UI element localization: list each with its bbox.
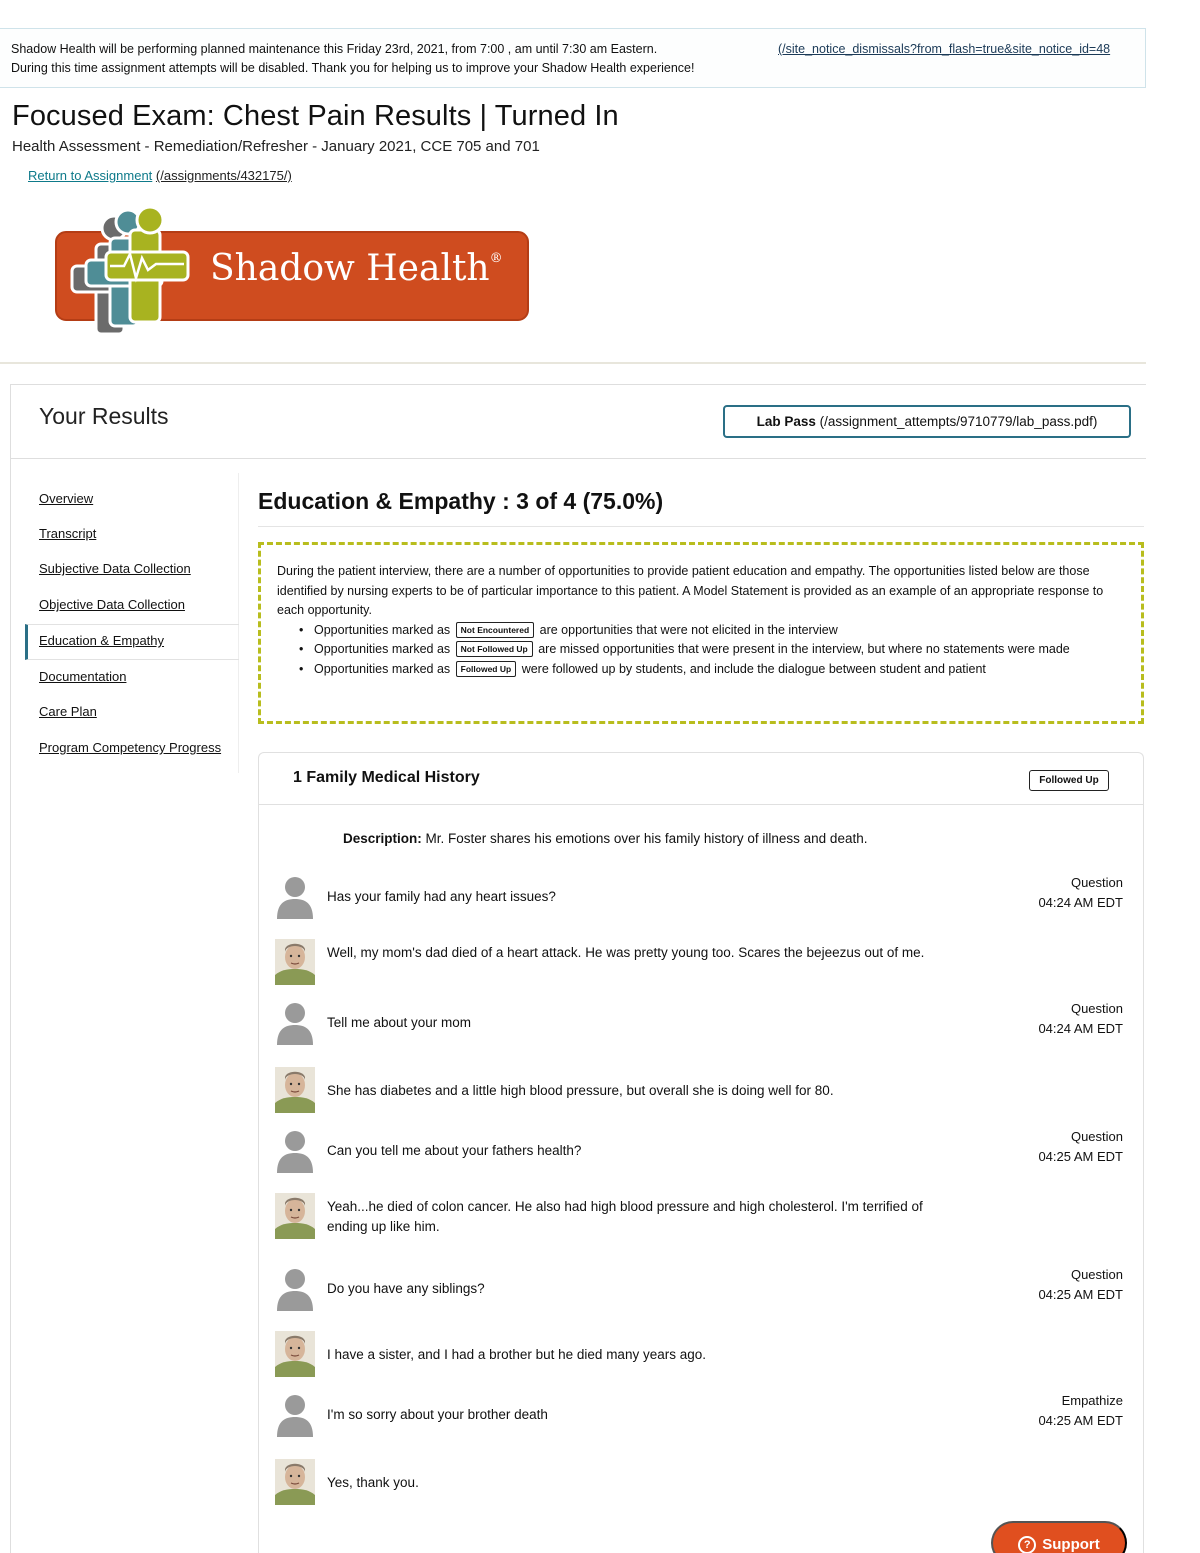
message-type: Question	[1070, 1267, 1123, 1282]
patient-avatar-icon	[275, 1067, 315, 1113]
legend-prefix: Opportunities marked as	[314, 661, 451, 676]
message-text: I have a sister, and I had a brother but…	[327, 1347, 706, 1362]
message-text: Tell me about your mom	[327, 1015, 472, 1030]
followed-up-badge: Followed Up	[455, 660, 517, 677]
section-title: Education & Empathy : 3 of 4 (75.0%)	[258, 488, 664, 514]
patient-avatar	[275, 939, 315, 985]
sidebar-item-care-plan[interactable]: Care Plan	[39, 704, 97, 719]
patient-avatar	[275, 1067, 315, 1113]
panel-title: 1 Family Medical History	[293, 769, 480, 786]
legend-text: are missed opportunities that were prese…	[538, 642, 1070, 656]
shadow-health-logo: Shadow Health®	[52, 205, 532, 338]
message-timestamp: 04:24 AM EDT	[1038, 895, 1123, 910]
student-avatar	[275, 999, 315, 1045]
patient-avatar	[275, 1459, 315, 1505]
panel-description: Description: Mr. Foster shares his emoti…	[343, 831, 867, 846]
question-circle-icon: ?	[1018, 1536, 1037, 1553]
return-link-label: Return to Assignment	[28, 168, 153, 183]
legend-item: Opportunities marked as Followed Up were…	[299, 660, 1135, 680]
return-link-path: (/assignments/432175/)	[155, 168, 292, 183]
patient-avatar-icon	[275, 939, 315, 985]
message-meta: Question 04:24 AM EDT	[1038, 873, 1123, 913]
patient-avatar	[275, 1331, 315, 1377]
message-type: Question	[1070, 875, 1123, 890]
support-button[interactable]: ? Support	[991, 1521, 1127, 1553]
message-text: Yeah...he died of colon cancer. He also …	[327, 1199, 923, 1234]
patient-avatar-icon	[275, 1193, 315, 1239]
maintenance-notice: Shadow Health will be performing planned…	[0, 28, 1146, 88]
results-header: Your Results Lab Pass (/assignment_attem…	[11, 385, 1146, 459]
sidebar-item-program-competency-progress[interactable]: Program Competency Progress	[39, 740, 221, 755]
sidebar-item-transcript[interactable]: Transcript	[39, 526, 96, 541]
patient-avatar	[275, 1193, 315, 1239]
legend-list: Opportunities marked as Not Encountered …	[299, 621, 1141, 680]
message-timestamp: 04:25 AM EDT	[1038, 1149, 1123, 1164]
message-meta: Empathize 04:25 AM EDT	[1038, 1391, 1123, 1431]
message-timestamp: 04:25 AM EDT	[1038, 1413, 1123, 1428]
legend-text: are opportunities that were not elicited…	[539, 622, 838, 637]
logo-wordmark: Shadow Health®	[210, 248, 503, 289]
student-avatar-icon	[277, 1003, 313, 1045]
not-followed-up-badge: Not Followed Up	[455, 641, 533, 657]
legend-prefix: Opportunities marked as	[314, 622, 451, 637]
legend-text: were followed up by students, and includ…	[521, 661, 986, 676]
status-badge: Followed Up	[1029, 770, 1109, 791]
sidebar-item-subjective-data-collection[interactable]: Subjective Data Collection	[39, 561, 191, 576]
patient-avatar-icon	[275, 1331, 315, 1377]
message-type: Question	[1070, 1001, 1123, 1016]
student-avatar-icon	[277, 1395, 313, 1437]
logo-registered-mark: ®	[489, 251, 503, 266]
student-avatar	[275, 1127, 315, 1173]
logo-text: Shadow Health	[210, 248, 490, 289]
results-sidebar: Overview Transcript Subjective Data Coll…	[11, 473, 239, 773]
message-type: Empathize	[1061, 1393, 1123, 1408]
header-separator	[0, 362, 1146, 364]
support-label: Support	[1042, 1536, 1100, 1553]
message-timestamp: 04:25 AM EDT	[1038, 1287, 1123, 1302]
section-divider	[258, 526, 1144, 527]
sidebar-item-documentation[interactable]: Documentation	[39, 669, 126, 684]
message-meta: Question 04:24 AM EDT	[1038, 999, 1123, 1039]
info-box: During the patient interview, there are …	[258, 542, 1144, 724]
results-title: Your Results	[39, 403, 169, 429]
message-meta: Question 04:25 AM EDT	[1038, 1265, 1123, 1305]
student-avatar-icon	[277, 1131, 313, 1173]
student-avatar-icon	[277, 877, 313, 919]
legend-item: Opportunities marked as Not Encountered …	[299, 621, 1135, 641]
message-text: Do you have any siblings?	[327, 1281, 485, 1296]
legend-prefix: Opportunities marked as	[314, 642, 451, 656]
patient-avatar-icon	[275, 1459, 315, 1505]
message-text: Well, my mom's dad died of a heart attac…	[327, 945, 925, 960]
message-text: Has your family had any heart issues?	[327, 889, 556, 904]
sidebar-item-education-empathy[interactable]: Education & Empathy	[39, 633, 164, 648]
student-avatar-icon	[277, 1269, 313, 1311]
message-text: Can you tell me about your fathers healt…	[327, 1143, 582, 1158]
lab-pass-button[interactable]: Lab Pass (/assignment_attempts/9710779/l…	[723, 405, 1131, 438]
description-label: Description:	[343, 831, 422, 846]
not-encountered-badge: Not Encountered	[455, 621, 535, 638]
description-text: Mr. Foster shares his emotions over his …	[425, 831, 868, 846]
lab-pass-label: Lab Pass	[756, 414, 816, 429]
message-text: She has diabetes and a little high blood…	[327, 1083, 834, 1098]
return-to-assignment-link[interactable]: Return to Assignment (/assignments/43217…	[28, 168, 292, 183]
message-text: Yes, thank you.	[327, 1475, 419, 1490]
sidebar-item-overview[interactable]: Overview	[39, 491, 93, 506]
info-paragraph: During the patient interview, there are …	[277, 564, 1104, 617]
message-type: Question	[1070, 1129, 1123, 1144]
opportunity-panel: 1 Family Medical History Followed Up Des…	[258, 752, 1144, 1553]
student-avatar	[275, 1265, 315, 1311]
notice-line-2: During this time assignment attempts wil…	[11, 61, 695, 75]
message-timestamp: 04:24 AM EDT	[1038, 1021, 1123, 1036]
student-avatar	[275, 1391, 315, 1437]
student-avatar	[275, 873, 315, 919]
page-title: Focused Exam: Chest Pain Results | Turne…	[12, 100, 619, 132]
page-subtitle: Health Assessment - Remediation/Refreshe…	[12, 138, 540, 155]
notice-dismiss-link[interactable]: (/site_notice_dismissals?from_flash=true…	[778, 40, 1146, 59]
message-meta: Question 04:25 AM EDT	[1038, 1127, 1123, 1167]
message-text: I'm so sorry about your brother death	[327, 1407, 548, 1422]
panel-header: 1 Family Medical History Followed Up	[259, 753, 1143, 805]
sidebar-item-objective-data-collection[interactable]: Objective Data Collection	[39, 597, 185, 612]
legend-item: Opportunities marked as Not Followed Up …	[299, 640, 1135, 660]
lab-pass-path: (/assignment_attempts/9710779/lab_pass.p…	[819, 414, 1098, 429]
